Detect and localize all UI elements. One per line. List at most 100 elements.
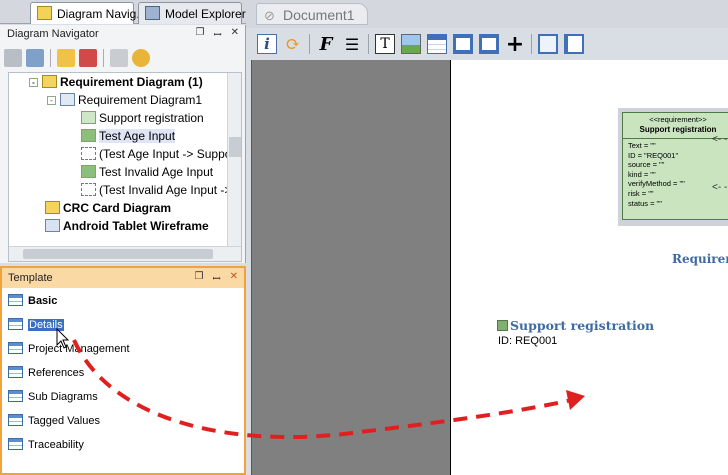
canvas-margin — [251, 60, 450, 475]
tree-item-support-registration[interactable]: Support registration — [81, 109, 204, 127]
refresh-icon[interactable]: ⟳ — [283, 34, 303, 55]
tree-vertical-scroll-thumb[interactable] — [229, 137, 241, 157]
requirement-attribute: status = "" — [628, 198, 662, 208]
tree-item-crc-card-diagram[interactable]: CRC Card Diagram — [45, 199, 171, 217]
requirement-element[interactable]: <<requirement>> Support registration Tex… — [622, 112, 728, 220]
support-registration-heading: Support registration — [497, 318, 654, 333]
tree-horizontal-scroll-thumb[interactable] — [23, 249, 213, 259]
left-tab-bar: Diagram Navig... Model Explorer — [0, 0, 246, 24]
text-box-icon[interactable]: T — [375, 34, 395, 54]
up-icon[interactable] — [110, 49, 128, 67]
requirement-attribute: ID = "REQ001" — [628, 150, 679, 160]
tree-item-label: Test Age Input — [99, 129, 176, 143]
template-icon — [8, 390, 23, 402]
diagram-navigator-title: Diagram Navigator ❐ ꟷ ✕ — [0, 25, 245, 43]
requirement-section-heading: Requiren — [672, 252, 728, 266]
info-icon[interactable]: i — [257, 34, 277, 54]
crc-diagram-icon — [45, 201, 60, 214]
tab-model-explorer-label: Model Explorer — [165, 7, 246, 21]
connector-arrow-icon: <- - — [712, 182, 728, 193]
template-icon — [8, 342, 23, 354]
new-diagram-icon[interactable] — [4, 49, 22, 67]
diagram-navigator-panel: Diagram Navigator ❐ ꟷ ✕ - Requirement Dia… — [0, 25, 246, 263]
restore-icon[interactable]: ❐ — [196, 27, 205, 41]
template-item-label: References — [28, 367, 85, 379]
connector-arrow-icon: <- - — [712, 134, 728, 145]
tree-item-android-tablet-wireframe[interactable]: Android Tablet Wireframe — [45, 217, 209, 235]
tab-diagram-navigator-label: Diagram Navig... — [57, 7, 147, 21]
document-tab-label: Document1 — [283, 7, 355, 23]
tree-item-verify-link-1[interactable]: (Test Age Input -> Suppor — [81, 145, 235, 163]
template-item-label: Sub Diagrams — [28, 391, 98, 403]
template-item-traceability[interactable]: Traceability — [8, 436, 84, 454]
verify-link-icon — [81, 147, 96, 160]
template-item-label: Project Management — [28, 343, 130, 355]
tree-item-label: (Test Invalid Age Input -> — [99, 183, 232, 197]
folder-diagram-icon — [42, 75, 57, 88]
restore-icon[interactable]: ❐ — [195, 271, 204, 285]
tree-vertical-scrollbar[interactable] — [227, 73, 241, 247]
document-tab-bar: ⊘ Document1 — [246, 0, 728, 28]
close-icon[interactable]: ✕ — [230, 271, 238, 285]
tree-view-icon[interactable] — [26, 49, 44, 67]
tree-item-label: Requirement Diagram1 — [78, 93, 203, 107]
support-registration-id: ID: REQ001 — [498, 335, 558, 347]
tree-item-requirement-diagram1[interactable]: - Requirement Diagram1 — [47, 91, 202, 109]
tree-item-requirement-diagram-folder[interactable]: - Requirement Diagram (1) — [29, 73, 203, 91]
template-item-basic[interactable]: Basic — [8, 292, 57, 310]
template-title-text: Template — [8, 272, 53, 284]
template-item-label: Traceability — [28, 439, 84, 451]
sort-icon[interactable] — [79, 49, 97, 67]
template-icon — [8, 294, 23, 306]
template-panel-title: Template ❐ ꟷ ✕ — [2, 268, 244, 288]
tree-item-verify-link-2[interactable]: (Test Invalid Age Input -> — [81, 181, 231, 199]
template-icon — [8, 366, 23, 378]
requirement-icon — [81, 111, 96, 124]
page-break-icon[interactable] — [453, 34, 473, 54]
diagram-icon — [60, 93, 75, 106]
template-icon — [8, 414, 23, 426]
image-icon[interactable] — [401, 34, 421, 54]
template-item-references[interactable]: References — [8, 364, 84, 382]
template-item-details[interactable]: Details — [8, 316, 64, 334]
tree-item-test-age-input[interactable]: Test Age Input — [81, 127, 176, 145]
wireframe-icon — [45, 219, 60, 232]
pin-icon[interactable]: ꟷ — [212, 271, 220, 285]
navigator-tree: - Requirement Diagram (1) - Requirement Di… — [8, 72, 242, 262]
support-registration-heading-text: Support registration — [510, 318, 655, 333]
requirement-stereotype: <<requirement>> — [649, 115, 707, 124]
template-panel: Template ❐ ꟷ ✕ Basic Details Project Man… — [0, 266, 246, 475]
add-icon[interactable]: + — [505, 32, 525, 57]
font-icon[interactable]: F — [316, 34, 336, 55]
template-item-project-management[interactable]: Project Management — [8, 340, 130, 358]
tab-diagram-navigator[interactable]: Diagram Navig... — [30, 2, 146, 24]
sync-icon[interactable] — [132, 49, 150, 67]
requirement-icon — [497, 320, 508, 331]
verify-link-icon — [81, 183, 96, 196]
model-explorer-icon — [145, 6, 160, 20]
template-icon — [8, 438, 23, 450]
pin-icon[interactable]: ꟷ — [213, 27, 221, 41]
template-icon — [8, 318, 23, 330]
table-icon[interactable] — [427, 34, 447, 54]
page-setup-icon[interactable] — [564, 34, 584, 54]
page-break-alt-icon[interactable] — [479, 34, 499, 54]
tab-model-explorer[interactable]: Model Explorer — [138, 2, 246, 24]
template-item-sub-diagrams[interactable]: Sub Diagrams — [8, 388, 98, 406]
close-icon[interactable]: ✕ — [231, 27, 239, 41]
requirement-attribute: kind = "" — [628, 169, 656, 179]
document-toolbar: i ⟳ F ☰ T + — [250, 30, 728, 58]
crop-icon[interactable] — [538, 34, 558, 54]
filter-icon[interactable] — [57, 49, 75, 67]
tree-item-test-invalid-age-input[interactable]: Test Invalid Age Input — [81, 163, 213, 181]
test-case-icon — [81, 165, 96, 178]
template-item-tagged-values[interactable]: Tagged Values — [8, 412, 100, 430]
test-case-icon — [81, 129, 96, 142]
tree-horizontal-scrollbar[interactable] — [9, 246, 241, 261]
template-item-label: Basic — [28, 295, 58, 307]
paragraph-icon[interactable]: ☰ — [342, 34, 362, 54]
attachment-icon: ⊘ — [264, 8, 275, 23]
tab-document1[interactable]: ⊘ Document1 — [256, 3, 368, 25]
tree-item-label: Test Invalid Age Input — [99, 165, 214, 179]
tree-item-label: (Test Age Input -> Suppor — [99, 147, 236, 161]
